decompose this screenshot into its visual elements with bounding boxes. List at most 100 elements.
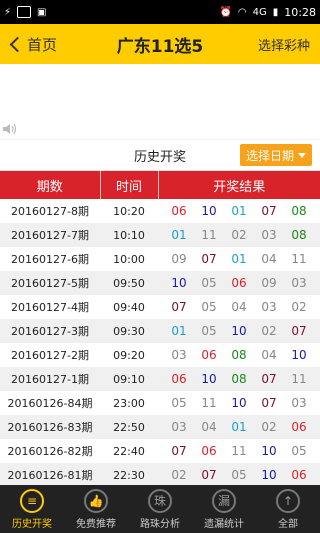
drawn-number: 07 [201, 468, 217, 482]
numbers-cell: 01 05 10 02 07 [158, 319, 320, 343]
time-cell: 10:00 [113, 252, 145, 266]
numbers-cell: 10 05 06 09 03 [158, 271, 320, 295]
drawn-number: 07 [261, 204, 277, 218]
table-row: 20160127-3期 09:30 01 05 10 02 07 [0, 319, 320, 343]
period-cell: 20160127-1期 [11, 373, 89, 386]
drawn-number: 11 [201, 228, 217, 242]
numbers-cell: 06 10 01 07 08 [158, 199, 320, 223]
numbers-cell: 02 07 05 10 06 [158, 463, 320, 487]
drawn-number: 11 [291, 372, 307, 386]
nav-item-5[interactable]: ↑ 全部 [256, 485, 320, 533]
drawn-number: 03 [291, 396, 307, 410]
period-cell: 20160127-3期 [11, 325, 89, 338]
leak-icon: 漏 [212, 488, 236, 513]
nav-item-2[interactable]: 👍 免费推荐 [64, 485, 128, 533]
time-cell: 09:10 [113, 372, 145, 386]
nav-label: 免费推荐 [76, 518, 116, 530]
period-cell: 20160126-84期 [7, 397, 93, 410]
table-row: 20160127-4期 09:40 07 05 04 03 02 [0, 295, 320, 319]
table-row: 20160127-5期 09:50 10 05 06 09 03 [0, 271, 320, 295]
table-row: 20160127-2期 09:20 03 06 08 04 10 [0, 343, 320, 367]
nav-item-3[interactable]: 珠路珠分析 [128, 485, 192, 533]
back-button[interactable]: 首页 [0, 34, 57, 55]
drawn-number: 05 [201, 300, 217, 314]
speaker-icon [3, 123, 17, 135]
back-label: 首页 [27, 35, 58, 54]
drawn-number: 04 [231, 300, 247, 314]
drawn-number: 03 [171, 420, 187, 434]
table-row: 20160127-1期 09:10 06 10 08 07 11 [0, 367, 320, 391]
drawn-number: 08 [291, 228, 307, 242]
drawn-number: 06 [201, 348, 217, 362]
choose-lottery-button[interactable]: 选择彩种 [258, 35, 320, 54]
drawn-number: 06 [291, 468, 307, 482]
table-row: 20160126-83期 22:50 03 04 01 02 06 [0, 415, 320, 439]
time-cell: 10:20 [113, 204, 145, 218]
drawn-number: 04 [261, 348, 277, 362]
status-bar: ⚡ ▣ ⏰ ◠ 4G ▮ 10:28 [0, 0, 320, 24]
drawn-number: 07 [171, 300, 187, 314]
period-cell: 20160127-4期 [11, 301, 89, 314]
table-row: 20160126-84期 23:00 05 11 10 07 03 [0, 391, 320, 415]
drawn-number: 08 [231, 348, 247, 362]
drawn-number: 01 [231, 252, 247, 266]
drawn-number: 05 [201, 276, 217, 290]
table-row: 20160127-6期 10:00 09 07 01 04 11 [0, 247, 320, 271]
bottom-nav: ≡ 历史开奖 👍 免费推荐珠路珠分析漏遗漏统计 ↑ 全部 [0, 485, 320, 533]
app-notification-icon [17, 6, 32, 18]
announcement-bar [0, 119, 320, 139]
battery-icon: ▮ [272, 6, 279, 18]
nav-item-4[interactable]: 漏遗漏统计 [192, 485, 256, 533]
period-cell: 20160126-83期 [7, 421, 93, 434]
drawn-number: 03 [261, 300, 277, 314]
drawn-number: 10 [261, 468, 277, 482]
banner-area [0, 64, 320, 119]
drawn-number: 11 [201, 396, 217, 410]
drawn-number: 03 [291, 276, 307, 290]
drawn-number: 10 [231, 396, 247, 410]
drawn-number: 02 [261, 420, 277, 434]
history-title: 历史开奖 [133, 149, 186, 165]
drawn-number: 11 [231, 444, 247, 458]
wifi-icon: ◠ [237, 6, 247, 18]
drawn-number: 01 [231, 204, 247, 218]
drawn-number: 06 [171, 204, 187, 218]
image-icon: ▣ [37, 6, 47, 18]
table-row: 20160127-8期 10:20 06 10 01 07 08 [0, 199, 320, 223]
drawn-number: 08 [231, 372, 247, 386]
period-cell: 20160126-82期 [7, 445, 93, 458]
numbers-cell: 01 11 02 03 08 [158, 223, 320, 247]
usb-icon: ⚡ [4, 6, 12, 18]
drawn-number: 10 [291, 348, 307, 362]
period-cell: 20160127-2期 [11, 349, 89, 362]
nav-label: 路珠分析 [140, 518, 180, 530]
numbers-cell: 06 10 08 07 11 [158, 367, 320, 391]
chevron-left-icon [9, 36, 26, 52]
drawn-number: 07 [261, 396, 277, 410]
nav-label: 历史开奖 [12, 518, 52, 530]
numbers-cell: 07 05 04 03 02 [158, 295, 320, 319]
drawn-number: 10 [201, 372, 217, 386]
numbers-cell: 05 11 10 07 03 [158, 391, 320, 415]
drawn-number: 10 [171, 276, 187, 290]
drawn-number: 07 [201, 252, 217, 266]
header-period: 期数 [0, 171, 101, 199]
time-cell: 09:40 [113, 300, 145, 314]
time-cell: 09:20 [113, 348, 145, 362]
drawn-number: 05 [231, 468, 247, 482]
results-table: 期数 时间 开奖结果 20160127-8期 10:20 06 10 01 07 08 201… [0, 171, 320, 511]
time-cell: 09:30 [113, 324, 145, 338]
alarm-icon: ⏰ [219, 6, 232, 18]
nav-item-1[interactable]: ≡ 历史开奖 [0, 485, 64, 533]
header-time: 时间 [100, 171, 159, 199]
drawn-number: 10 [231, 324, 247, 338]
header-results: 开奖结果 [158, 171, 320, 199]
numbers-cell: 07 06 11 10 05 [158, 439, 320, 463]
thumb-icon: 👍 [84, 488, 108, 513]
time-cell: 22:30 [113, 468, 145, 482]
drawn-number: 03 [261, 228, 277, 242]
drawn-number: 06 [201, 444, 217, 458]
select-date-button[interactable]: 选择日期 [239, 144, 312, 166]
table-row: 20160127-7期 10:10 01 11 02 03 08 [0, 223, 320, 247]
history-title-bar: 历史开奖 选择日期 [0, 140, 320, 171]
